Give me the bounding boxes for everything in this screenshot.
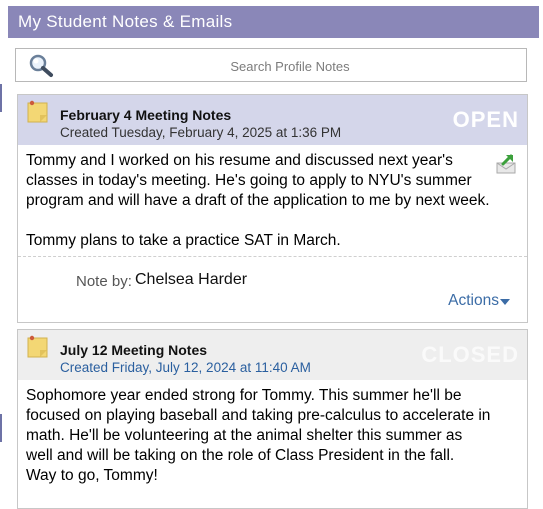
note-header[interactable]: February 4 Meeting Notes Created Tuesday… (18, 95, 527, 145)
sticky-note-icon (27, 100, 48, 123)
note-paragraph: Tommy and I worked on his resume and dis… (26, 152, 490, 209)
note-title[interactable]: February 4 Meeting Notes (60, 107, 231, 123)
left-edge-marker (0, 84, 2, 112)
note-author: Chelsea Harder (135, 271, 248, 288)
note-created-date: Created Tuesday, February 4, 2025 at 1:3… (60, 125, 342, 140)
note-body: Tommy and I worked on his resume and dis… (26, 151, 491, 251)
left-edge-marker (0, 414, 2, 442)
search-box[interactable] (15, 48, 527, 83)
note-paragraph: Sophomore year ended strong for Tommy. T… (26, 387, 491, 464)
caret-down-icon[interactable] (500, 299, 510, 305)
export-icon[interactable] (495, 153, 517, 175)
sticky-note-icon (27, 335, 48, 358)
divider (18, 256, 527, 257)
note-by-label: Note by: (76, 273, 132, 290)
search-icon[interactable] (28, 53, 54, 79)
search-input[interactable] (62, 49, 518, 83)
note-header[interactable]: July 12 Meeting Notes Created Friday, Ju… (18, 330, 527, 380)
section-header: My Student Notes & Emails (8, 6, 539, 38)
status-badge: CLOSED (421, 342, 519, 367)
section-title: My Student Notes & Emails (18, 12, 233, 31)
status-badge: OPEN (452, 107, 519, 132)
note-created-date: Created Friday, July 12, 2024 at 11:40 A… (60, 360, 311, 375)
note-paragraph: Tommy plans to take a practice SAT in Ma… (26, 232, 341, 249)
note-title[interactable]: July 12 Meeting Notes (60, 342, 207, 358)
note-card: February 4 Meeting Notes Created Tuesday… (17, 94, 528, 323)
note-card: July 12 Meeting Notes Created Friday, Ju… (17, 329, 528, 509)
note-paragraph: Way to go, Tommy! (26, 467, 158, 484)
actions-dropdown[interactable]: Actions (448, 292, 499, 310)
note-body: Sophomore year ended strong for Tommy. T… (26, 386, 491, 486)
